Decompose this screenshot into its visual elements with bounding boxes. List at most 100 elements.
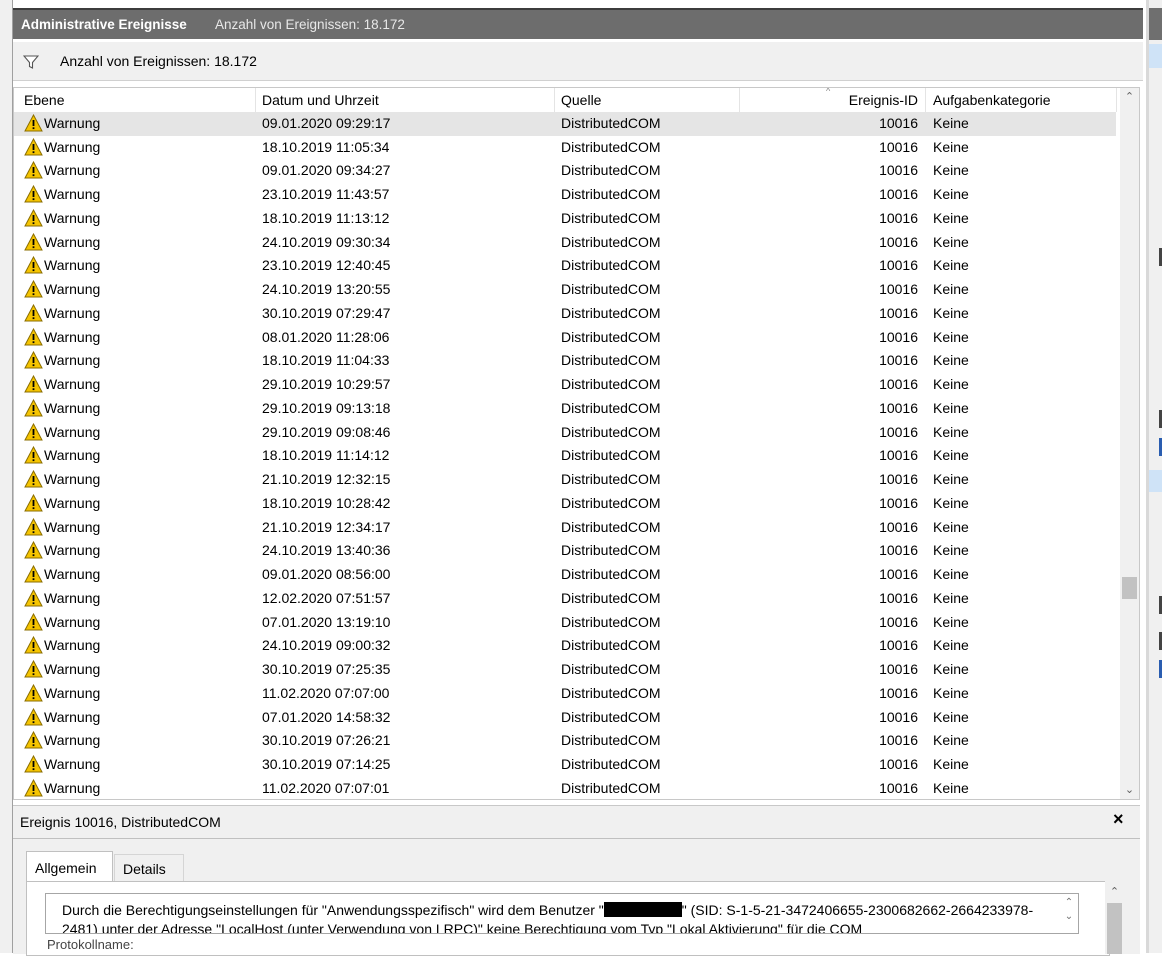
table-row[interactable]: Warnung 18.10.2019 11:13:12 DistributedCOM… — [14, 207, 1116, 231]
table-row[interactable]: Warnung 23.10.2019 12:40:45 DistributedCOM… — [14, 254, 1116, 278]
view-title: Administrative Ereignisse — [21, 17, 187, 32]
cell-source: DistributedCOM — [561, 494, 661, 511]
table-row[interactable]: Warnung 24.10.2019 09:00:32 DistributedCOM… — [14, 634, 1116, 658]
cell-date: 29.10.2019 10:29:57 — [262, 376, 391, 393]
table-row[interactable]: Warnung 29.10.2019 09:08:46 DistributedCOM… — [14, 421, 1116, 445]
cell-source: DistributedCOM — [561, 352, 661, 369]
tab-details[interactable]: Details — [114, 854, 184, 882]
cell-category: Keine — [933, 328, 969, 345]
cell-date: 24.10.2019 09:00:32 — [262, 637, 391, 654]
table-row[interactable]: Warnung 21.10.2019 12:32:15 DistributedCOM… — [14, 468, 1116, 492]
actions-pane-selected-item[interactable] — [1149, 44, 1162, 68]
table-row[interactable]: Warnung 24.10.2019 13:20:55 DistributedCOM… — [14, 278, 1116, 302]
cell-source: DistributedCOM — [561, 209, 661, 226]
table-row[interactable]: Warnung 18.10.2019 10:28:42 DistributedCOM… — [14, 492, 1116, 516]
table-row[interactable]: Warnung 30.10.2019 07:29:47 DistributedCOM… — [14, 302, 1116, 326]
table-row[interactable]: Warnung 18.10.2019 11:05:34 DistributedCOM… — [14, 136, 1116, 160]
warning-icon — [24, 446, 43, 464]
cell-source: DistributedCOM — [561, 755, 661, 772]
table-row[interactable]: Warnung 11.02.2020 07:07:01 DistributedCOM… — [14, 777, 1116, 799]
close-icon[interactable]: × — [1113, 809, 1124, 830]
column-header-event-id[interactable]: Ereignis-ID — [844, 92, 918, 108]
table-row[interactable]: Warnung 21.10.2019 12:34:17 DistributedCOM… — [14, 516, 1116, 540]
table-row[interactable]: Warnung 30.10.2019 07:25:35 DistributedCOM… — [14, 658, 1116, 682]
view-title-bar: Administrative Ereignisse Anzahl von Ere… — [13, 8, 1143, 39]
cell-event-id: 10016 — [879, 518, 918, 535]
cell-level: Warnung — [44, 304, 101, 321]
detail-vertical-scrollbar[interactable]: ⌃ — [1105, 881, 1124, 954]
table-row[interactable]: Warnung 23.10.2019 11:43:57 DistributedCOM… — [14, 183, 1116, 207]
cell-level: Warnung — [44, 661, 101, 678]
general-tab-panel: Durch die Berechtigungseinstellungen für… — [26, 881, 1110, 956]
cell-level: Warnung — [44, 352, 101, 369]
warning-icon — [24, 683, 43, 702]
column-header-level[interactable]: Ebene — [24, 92, 64, 108]
cell-category: Keine — [933, 471, 969, 488]
warning-icon — [24, 137, 43, 156]
cell-source: DistributedCOM — [561, 589, 661, 606]
filter-funnel-icon[interactable] — [23, 54, 39, 70]
scroll-down-icon[interactable]: ⌄ — [1120, 781, 1139, 799]
scroll-up-icon[interactable]: ⌃ — [1120, 88, 1139, 106]
cell-level: Warnung — [44, 518, 101, 535]
table-row[interactable]: Warnung 24.10.2019 09:30:34 DistributedCOM… — [14, 231, 1116, 255]
table-row[interactable]: Warnung 30.10.2019 07:14:25 DistributedCOM… — [14, 753, 1116, 777]
table-row[interactable]: Warnung 29.10.2019 10:29:57 DistributedCOM… — [14, 373, 1116, 397]
cell-source: DistributedCOM — [561, 115, 661, 131]
cell-level: Warnung — [44, 447, 101, 464]
table-row[interactable]: Warnung 09.01.2020 09:34:27 DistributedCOM… — [14, 159, 1116, 183]
warning-icon — [24, 660, 43, 678]
table-row[interactable]: Warnung 07.01.2020 14:58:32 DistributedCOM… — [14, 706, 1116, 730]
warning-icon — [24, 422, 43, 441]
column-separator[interactable] — [739, 88, 740, 112]
table-row[interactable]: Warnung 09.01.2020 08:56:00 DistributedCOM… — [14, 563, 1116, 587]
table-row[interactable]: Warnung 11.02.2020 07:07:00 DistributedCOM… — [14, 682, 1116, 706]
column-separator[interactable] — [255, 88, 256, 112]
column-separator[interactable] — [554, 88, 555, 112]
table-row[interactable]: Warnung 18.10.2019 11:04:33 DistributedCOM… — [14, 349, 1116, 373]
filter-event-count: Anzahl von Ereignissen: 18.172 — [60, 53, 257, 69]
cell-category: Keine — [933, 423, 969, 440]
scrollbar-thumb[interactable] — [1122, 577, 1137, 599]
cell-source: DistributedCOM — [561, 162, 661, 179]
table-row[interactable]: Warnung 30.10.2019 07:26:21 DistributedCOM… — [14, 729, 1116, 753]
cell-event-id: 10016 — [879, 708, 918, 725]
cell-category: Keine — [933, 186, 969, 203]
cell-event-id: 10016 — [879, 637, 918, 654]
cell-date: 07.01.2020 14:58:32 — [262, 708, 391, 725]
cell-event-id: 10016 — [879, 732, 918, 749]
actions-pane-selected-item-2[interactable] — [1149, 470, 1162, 492]
column-separator[interactable] — [925, 88, 926, 112]
event-message-box[interactable]: Durch die Berechtigungseinstellungen für… — [45, 893, 1079, 934]
table-row[interactable]: Warnung 18.10.2019 11:14:12 DistributedCOM… — [14, 444, 1116, 468]
cell-source: DistributedCOM — [561, 684, 661, 701]
table-vertical-scrollbar[interactable]: ⌃ ⌄ — [1120, 88, 1139, 799]
warning-icon — [24, 327, 43, 346]
tab-general[interactable]: Allgemein — [26, 851, 113, 882]
table-row[interactable]: Warnung 29.10.2019 09:13:18 DistributedCOM… — [14, 397, 1116, 421]
column-separator[interactable] — [1116, 88, 1117, 112]
cell-date: 24.10.2019 09:30:34 — [262, 233, 391, 250]
scroll-up-icon[interactable]: ⌃ — [1105, 885, 1124, 899]
cell-event-id: 10016 — [879, 209, 918, 226]
event-message-part-1: Durch die Berechtigungseinstellungen für… — [62, 902, 604, 918]
left-pane-edge — [0, 0, 13, 953]
warning-icon — [24, 114, 43, 132]
column-header-source[interactable]: Quelle — [561, 92, 601, 108]
cell-category: Keine — [933, 613, 969, 630]
table-row[interactable]: Warnung 08.01.2020 11:28:06 DistributedCOM… — [14, 326, 1116, 350]
column-header-category[interactable]: Aufgabenkategorie — [933, 92, 1051, 108]
table-row[interactable]: Warnung 09.01.2020 09:29:17 DistributedCOM… — [14, 112, 1116, 136]
scrollbar-thumb[interactable] — [1107, 903, 1122, 954]
cell-date: 23.10.2019 12:40:45 — [262, 257, 391, 274]
table-row[interactable]: Warnung 12.02.2020 07:51:57 DistributedCOM… — [14, 587, 1116, 611]
cell-date: 30.10.2019 07:26:21 — [262, 732, 391, 749]
message-scroll-arrows[interactable]: ⌃ ⌄ — [1062, 896, 1076, 930]
column-header-date[interactable]: Datum und Uhrzeit — [262, 92, 379, 108]
cell-level: Warnung — [44, 684, 101, 701]
warning-icon — [24, 470, 43, 488]
cell-level: Warnung — [44, 755, 101, 772]
table-row[interactable]: Warnung 24.10.2019 13:40:36 DistributedCOM… — [14, 539, 1116, 563]
cell-source: DistributedCOM — [561, 138, 661, 155]
table-row[interactable]: Warnung 07.01.2020 13:19:10 DistributedCOM… — [14, 611, 1116, 635]
